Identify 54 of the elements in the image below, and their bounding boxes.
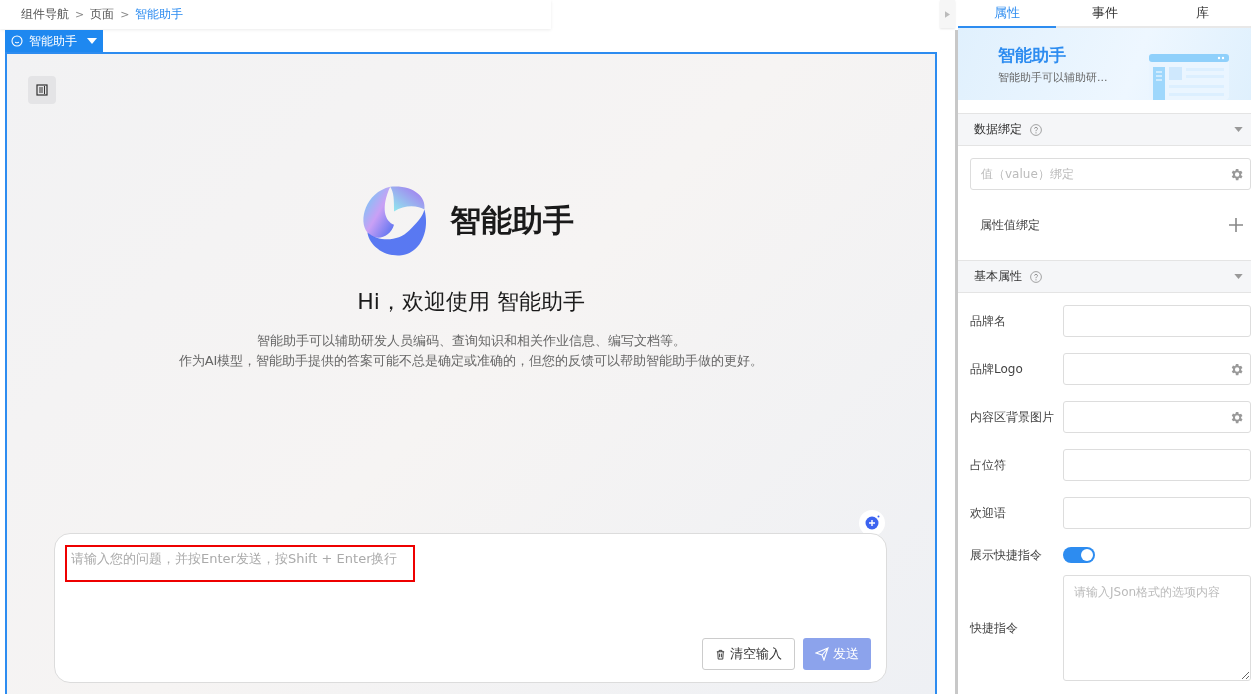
trash-icon xyxy=(715,648,726,660)
chat-face-icon xyxy=(11,35,23,47)
section-title: 数据绑定 xyxy=(974,121,1022,138)
section-title: 基本属性 xyxy=(974,268,1022,285)
field-label: 内容区背景图片 xyxy=(970,408,1055,426)
component-tag[interactable]: 智能助手 xyxy=(5,30,103,52)
settings-icon[interactable] xyxy=(1229,166,1244,182)
history-toggle-button[interactable] xyxy=(28,76,56,104)
caret-icon[interactable] xyxy=(87,38,97,44)
description-text: 作为AI模型，智能助手提供的答案可能不总是确定或准确的，但您的反馈可以帮助智能助手做的更好。 xyxy=(178,353,764,369)
panel-tab[interactable]: 库 xyxy=(1153,0,1251,26)
input-field[interactable] xyxy=(1063,497,1251,529)
breadcrumb-separator: > xyxy=(120,8,130,21)
greeting-title: Hi，欢迎使用 智能助手 xyxy=(357,288,585,316)
placeholder-text: 值（value）绑定 xyxy=(981,165,1074,183)
toggle-switch[interactable] xyxy=(1063,547,1095,563)
chat-plus-icon xyxy=(864,515,880,531)
breadcrumb-item[interactable]: 智能助手 xyxy=(135,6,184,23)
help-icon[interactable] xyxy=(1030,123,1042,136)
section-header[interactable]: 数据绑定 xyxy=(958,113,1251,146)
textarea-field[interactable]: 请输入JSon格式的选项内容 xyxy=(1063,575,1251,681)
collapse-handle[interactable] xyxy=(940,0,955,28)
caret-icon xyxy=(1234,274,1243,279)
clear-input-button[interactable]: 清空输入 xyxy=(702,638,795,670)
breadcrumb-item[interactable]: 页面 xyxy=(90,6,115,23)
field-label: 品牌名 xyxy=(970,312,1007,330)
panel-tab[interactable]: 事件 xyxy=(1055,0,1154,26)
component-tag-label: 智能助手 xyxy=(29,32,77,50)
breadcrumb-item[interactable]: 组件导航 xyxy=(21,6,69,23)
input-field[interactable] xyxy=(1063,401,1251,433)
caret-icon xyxy=(945,10,950,18)
input-field[interactable] xyxy=(1063,305,1251,337)
breadcrumb-separator: > xyxy=(75,8,85,21)
caret-icon xyxy=(1234,127,1243,132)
paper-plane-icon xyxy=(815,647,829,661)
plus-icon[interactable] xyxy=(1229,218,1243,232)
field-label: 展示快捷指令 xyxy=(970,546,1043,564)
field-label: 欢迎语 xyxy=(970,504,1007,522)
settings-icon[interactable] xyxy=(1229,361,1244,377)
field-label: 属性值绑定 xyxy=(980,216,1040,234)
input-field[interactable] xyxy=(1063,449,1251,481)
new-chat-button[interactable] xyxy=(859,510,885,536)
section-header[interactable]: 基本属性 xyxy=(958,260,1251,293)
description-text: 智能助手可以辅助研发人员编码、查询知识和相关作业信息、编写文档等。 xyxy=(256,333,686,349)
field-label: 快捷指令 xyxy=(970,619,1019,637)
field-label: 品牌Logo xyxy=(970,360,1024,378)
banner-title: 智能助手 xyxy=(998,43,1067,67)
settings-icon[interactable] xyxy=(1229,409,1244,425)
banner-subtitle: 智能助手可以辅助研... xyxy=(998,69,1108,85)
list-icon xyxy=(36,84,48,96)
input-field[interactable] xyxy=(1063,353,1251,385)
field-label: 占位符 xyxy=(970,456,1007,474)
brand-title: 智能助手 xyxy=(450,201,574,240)
help-icon[interactable] xyxy=(1030,270,1042,283)
